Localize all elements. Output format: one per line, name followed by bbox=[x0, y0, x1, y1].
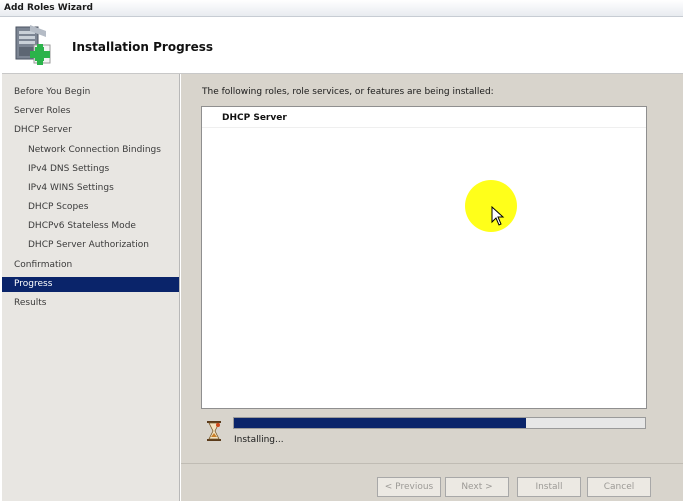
nav-item-dhcp-server-authorization[interactable]: DHCP Server Authorization bbox=[2, 238, 179, 253]
wizard-header: Installation Progress bbox=[2, 17, 683, 74]
install-button[interactable]: Install bbox=[517, 477, 581, 497]
next-button[interactable]: Next > bbox=[445, 477, 509, 497]
list-item-dhcp-server: DHCP Server bbox=[222, 113, 287, 123]
nav-item-dhcp-scopes[interactable]: DHCP Scopes bbox=[2, 200, 179, 215]
nav-item-progress[interactable]: Progress bbox=[2, 277, 179, 292]
nav-item-before-you-begin[interactable]: Before You Begin bbox=[2, 85, 179, 100]
nav-item-ipv4-wins-settings[interactable]: IPv4 WINS Settings bbox=[2, 181, 179, 196]
progress-fill bbox=[234, 418, 526, 428]
nav-item-network-connection-bindings[interactable]: Network Connection Bindings bbox=[2, 143, 179, 158]
main-content: The following roles, role services, or f… bbox=[181, 74, 683, 463]
nav-item-server-roles[interactable]: Server Roles bbox=[2, 104, 179, 119]
hourglass-icon bbox=[207, 421, 221, 441]
window-title: Add Roles Wizard bbox=[4, 3, 93, 13]
nav-item-results[interactable]: Results bbox=[2, 296, 179, 311]
previous-button[interactable]: < Previous bbox=[377, 477, 441, 497]
nav-item-ipv4-dns-settings[interactable]: IPv4 DNS Settings bbox=[2, 162, 179, 177]
wizard-button-bar: < Previous Next > Install Cancel bbox=[181, 463, 683, 501]
cancel-button[interactable]: Cancel bbox=[587, 477, 651, 497]
install-description: The following roles, role services, or f… bbox=[202, 87, 494, 97]
nav-item-confirmation[interactable]: Confirmation bbox=[2, 258, 179, 273]
wizard-steps-sidebar: Before You Begin Server Roles DHCP Serve… bbox=[2, 74, 180, 501]
title-bar: Add Roles Wizard bbox=[0, 0, 683, 17]
page-title: Installation Progress bbox=[72, 40, 214, 54]
nav-item-dhcp-server[interactable]: DHCP Server bbox=[2, 123, 179, 138]
install-items-list[interactable]: DHCP Server bbox=[201, 106, 647, 409]
install-progress-bar bbox=[233, 417, 646, 429]
server-add-icon bbox=[15, 25, 51, 65]
progress-status: Installing... bbox=[234, 435, 284, 445]
mouse-cursor-icon bbox=[491, 206, 505, 226]
nav-item-dhcpv6-stateless-mode[interactable]: DHCPv6 Stateless Mode bbox=[2, 219, 179, 234]
list-divider bbox=[202, 127, 646, 128]
